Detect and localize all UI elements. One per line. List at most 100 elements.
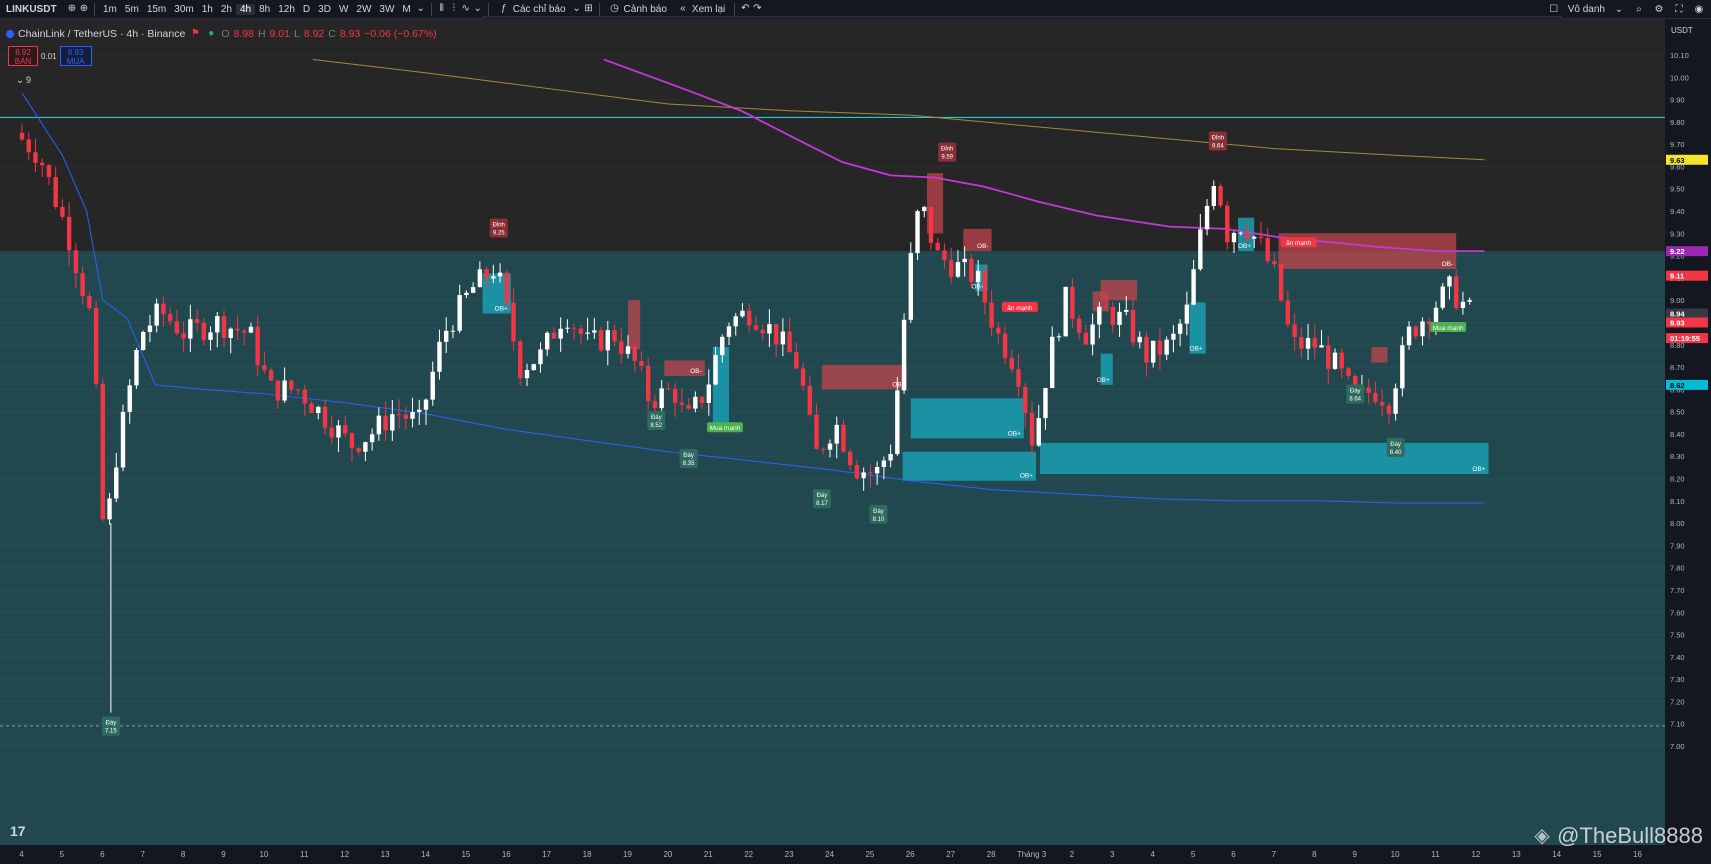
candle-body[interactable] (417, 409, 422, 413)
candle-body[interactable] (928, 206, 934, 243)
candle-body[interactable] (302, 389, 307, 404)
candle-body[interactable] (1238, 232, 1243, 234)
candle-body[interactable] (1339, 352, 1344, 369)
candle-body[interactable] (881, 460, 887, 468)
candle-body[interactable] (1278, 264, 1284, 301)
settings-gear-icon[interactable]: ⚙ (1653, 4, 1665, 16)
candle-body[interactable] (477, 269, 483, 288)
chevron-down-icon[interactable]: ⌄ (1613, 4, 1625, 16)
candle-body[interactable] (1124, 309, 1129, 312)
candle-body[interactable] (1366, 387, 1371, 393)
chevron-down-icon[interactable]: ⌄ (472, 3, 484, 15)
legend-title[interactable]: ChainLink / TetherUS · 4h · Binance (18, 28, 185, 40)
candle-body[interactable] (699, 396, 705, 403)
candle-body[interactable] (248, 326, 254, 333)
candle-body[interactable] (800, 368, 806, 386)
candle-body[interactable] (834, 424, 839, 444)
candle-body[interactable] (1117, 311, 1122, 325)
candle-body[interactable] (376, 415, 382, 435)
candle-body[interactable] (154, 303, 159, 326)
candle-body[interactable] (87, 296, 92, 308)
price-chart[interactable]: OB+OB+OB+OB+OB+OB+OB+OB+OB-OB-OB-OB- Đỉn… (0, 19, 1711, 864)
candle-body[interactable] (127, 385, 132, 412)
candle-body[interactable] (390, 414, 395, 431)
timeframe-m[interactable]: M (398, 4, 414, 15)
candle-body[interactable] (1177, 323, 1183, 334)
candle-body[interactable] (625, 346, 631, 354)
layout-checkbox-icon[interactable]: ☐ (1548, 4, 1560, 16)
candle-body[interactable] (1454, 276, 1459, 309)
candle-body[interactable] (511, 302, 516, 342)
candle-body[interactable] (841, 424, 846, 452)
candle-body[interactable] (349, 433, 355, 449)
currency-label[interactable]: USDT (1671, 26, 1693, 35)
candle-body[interactable] (1299, 337, 1304, 349)
candle-body[interactable] (848, 451, 853, 466)
candle-body[interactable] (275, 380, 281, 401)
candle-body[interactable] (161, 303, 166, 314)
candle-body[interactable] (747, 310, 752, 326)
candle-body[interactable] (720, 336, 725, 356)
candle-body[interactable] (363, 442, 368, 452)
candle-body[interactable] (134, 349, 139, 386)
candle-body[interactable] (1393, 388, 1398, 414)
candle-body[interactable] (531, 364, 536, 371)
candle-body[interactable] (383, 415, 388, 431)
candle-body[interactable] (1063, 286, 1068, 337)
candle-body[interactable] (470, 287, 476, 293)
candle-body[interactable] (497, 272, 503, 277)
candle-body[interactable] (1386, 405, 1392, 414)
candle-body[interactable] (60, 206, 65, 217)
candle-body[interactable] (1151, 340, 1156, 363)
candle-body[interactable] (1023, 386, 1028, 413)
candle-body[interactable] (1070, 286, 1075, 319)
candle-body[interactable] (1346, 368, 1351, 376)
candle-body[interactable] (1319, 345, 1324, 348)
candle-body[interactable] (369, 434, 375, 443)
candle-body[interactable] (659, 388, 664, 409)
candle-body[interactable] (975, 270, 981, 283)
timeframe-2w[interactable]: 2W (352, 4, 375, 15)
candle-body[interactable] (80, 273, 85, 297)
candle-body[interactable] (693, 396, 698, 409)
candle-body[interactable] (444, 330, 449, 342)
candle-body[interactable] (322, 406, 328, 428)
candle-body[interactable] (457, 295, 462, 331)
candle-body[interactable] (1204, 205, 1210, 230)
candle-body[interactable] (854, 465, 860, 479)
timeframe-3d[interactable]: 3D (314, 4, 335, 15)
candle-body[interactable] (1211, 186, 1216, 206)
candle-body[interactable] (491, 276, 496, 279)
candle-body[interactable] (289, 380, 294, 390)
candle-body[interactable] (969, 258, 974, 283)
fullscreen-icon[interactable]: ⛶ (1673, 4, 1685, 16)
candle-body[interactable] (767, 324, 772, 334)
candle-body[interactable] (1097, 306, 1102, 325)
candle-body[interactable] (464, 292, 469, 296)
candle-body[interactable] (181, 333, 186, 339)
candle-body[interactable] (147, 325, 153, 332)
candle-body[interactable] (262, 365, 267, 371)
candle-body[interactable] (1252, 236, 1257, 239)
candle-body[interactable] (773, 324, 779, 345)
candle-body[interactable] (1191, 269, 1196, 305)
candle-body[interactable] (1292, 324, 1297, 338)
bearish-order-block[interactable] (1371, 347, 1388, 363)
candle-body[interactable] (1265, 238, 1270, 262)
candle-body[interactable] (982, 270, 988, 303)
candle-body[interactable] (726, 326, 732, 337)
candle-body[interactable] (235, 328, 240, 331)
candle-body[interactable] (942, 250, 947, 261)
candle-body[interactable] (1164, 339, 1169, 355)
candle-body[interactable] (1056, 336, 1062, 338)
candle-body[interactable] (794, 352, 799, 369)
symbol-search[interactable]: LINKUSDT (0, 4, 66, 15)
candle-body[interactable] (336, 425, 341, 438)
candle-body[interactable] (26, 139, 31, 153)
candle-body[interactable] (1171, 333, 1176, 340)
candle-body[interactable] (706, 384, 711, 403)
timeframe-30m[interactable]: 30m (170, 4, 197, 15)
candle-body[interactable] (585, 332, 590, 334)
candle-body[interactable] (268, 370, 274, 381)
timeframe-2h[interactable]: 2h (217, 4, 236, 15)
